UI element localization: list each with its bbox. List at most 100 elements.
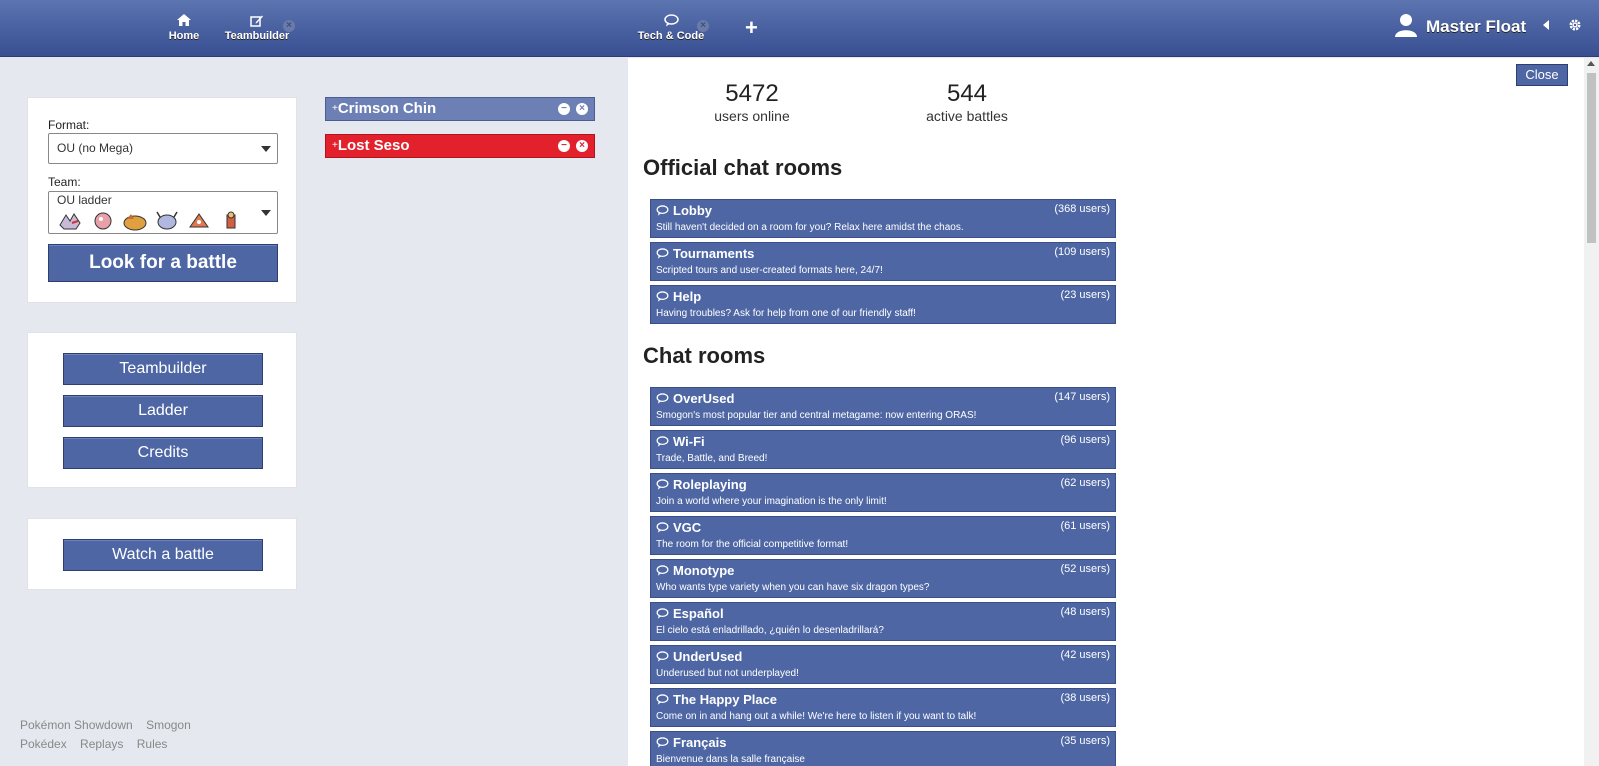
footer-links: Pokémon Showdown Smogon Pokédex Replays … — [20, 716, 201, 754]
room-button[interactable]: OverUsed (147 users) Smogon's most popular… — [650, 387, 1116, 426]
sound-icon[interactable] — [1540, 18, 1552, 36]
room-button[interactable]: Roleplaying (62 users) Join a world where … — [650, 473, 1116, 512]
room-button[interactable]: Help (23 users) Having troubles? Ask for h… — [650, 285, 1116, 324]
room-user-count: (38 users) — [1060, 692, 1110, 704]
user-name[interactable]: Master Float — [1426, 17, 1526, 37]
room-button[interactable]: Tournaments (109 users) Scripted tours and… — [650, 242, 1116, 281]
close-tab-tech-code-icon[interactable]: × — [697, 20, 709, 32]
chat-bubble-icon — [656, 436, 669, 447]
team-sprites — [58, 211, 244, 231]
room-description: El cielo está enladrillado, ¿quién lo de… — [656, 625, 884, 636]
chat-bubble-icon — [656, 291, 669, 302]
room-name: OverUsed — [656, 391, 734, 406]
team-label: Team: — [48, 175, 81, 189]
challenge-crimson-chin[interactable]: +Crimson Chin − × — [325, 97, 595, 121]
scroll-up-icon[interactable] — [1587, 61, 1595, 66]
teambuilder-button[interactable]: Teambuilder — [63, 353, 263, 385]
look-for-battle-button[interactable]: Look for a battle — [48, 244, 278, 282]
tab-teambuilder[interactable]: Teambuilder — [222, 14, 292, 42]
chat-bubble-icon — [656, 522, 669, 533]
watch-battle-button[interactable]: Watch a battle — [63, 539, 263, 571]
active-battles-stat: 544 active battles — [867, 80, 1067, 124]
users-online-stat: 5472 users online — [652, 80, 852, 124]
room-user-count: (42 users) — [1060, 649, 1110, 661]
close-icon[interactable]: × — [576, 140, 588, 152]
search-panel: Format: OU (no Mega) Team: OU ladder Loo… — [27, 97, 297, 303]
room-button[interactable]: Lobby (368 users) Still haven't decided on… — [650, 199, 1116, 238]
chat-bubble-icon — [656, 608, 669, 619]
room-description: Join a world where your imagination is t… — [656, 496, 887, 507]
footer-link-replays[interactable]: Replays — [80, 737, 123, 751]
room-button[interactable]: The Happy Place (38 users) Come on in and … — [650, 688, 1116, 727]
footer-link-showdown[interactable]: Pokémon Showdown — [20, 718, 133, 732]
scroll-thumb[interactable] — [1587, 73, 1596, 243]
room-name: Français — [656, 735, 726, 750]
close-icon[interactable]: × — [576, 103, 588, 115]
footer-link-smogon[interactable]: Smogon — [146, 718, 191, 732]
room-button[interactable]: UnderUsed (42 users) Underused but not und… — [650, 645, 1116, 684]
team-select[interactable]: OU ladder — [48, 191, 278, 234]
team-value: OU ladder — [57, 193, 112, 207]
tab-home-label: Home — [168, 30, 200, 42]
user-area: Master Float — [1394, 12, 1582, 42]
pencil-icon — [222, 14, 292, 30]
chat-bubble-icon — [656, 479, 669, 490]
tab-teambuilder-label: Teambuilder — [224, 30, 290, 42]
room-name: VGC — [656, 520, 701, 535]
close-button[interactable]: Close — [1516, 64, 1568, 86]
pokemon-sprite-icon — [123, 214, 147, 231]
tab-home[interactable]: Home — [160, 14, 208, 42]
room-name: The Happy Place — [656, 692, 777, 707]
room-user-count: (109 users) — [1054, 246, 1110, 258]
watch-panel: Watch a battle — [27, 518, 297, 590]
user-icon[interactable] — [1394, 13, 1418, 42]
new-tab-button[interactable]: + — [745, 15, 758, 41]
room-user-count: (147 users) — [1054, 391, 1110, 403]
room-description: Trade, Battle, and Breed! — [656, 453, 768, 464]
chevron-down-icon — [261, 209, 271, 216]
footer-link-pokedex[interactable]: Pokédex — [20, 737, 67, 751]
room-description: Underused but not underplayed! — [656, 668, 799, 679]
active-battles-count: 544 — [946, 80, 988, 107]
chevron-down-icon — [261, 145, 271, 152]
footer-link-rules[interactable]: Rules — [137, 737, 168, 751]
room-user-count: (23 users) — [1060, 289, 1110, 301]
scrollbar[interactable] — [1584, 58, 1599, 766]
chat-bubble-icon — [656, 737, 669, 748]
challenge-lost-seso[interactable]: +Lost Seso − × — [325, 134, 595, 158]
pokemon-sprite-icon — [59, 213, 81, 230]
room-button[interactable]: Wi-Fi (96 users) Trade, Battle, and Breed! — [650, 430, 1116, 469]
room-button[interactable]: VGC (61 users) The room for the official c… — [650, 516, 1116, 555]
active-battles-label: active battles — [926, 108, 1008, 124]
home-icon — [160, 14, 208, 30]
credits-button[interactable]: Credits — [63, 437, 263, 469]
format-select[interactable]: OU (no Mega) — [48, 133, 278, 164]
challenge-name: Crimson Chin — [337, 100, 437, 117]
chat-bubble-icon — [656, 248, 669, 259]
minimize-icon[interactable]: − — [558, 103, 570, 115]
format-value: OU (no Mega) — [57, 141, 134, 155]
room-description: Bienvenue dans la salle française — [656, 754, 805, 765]
room-user-count: (35 users) — [1060, 735, 1110, 747]
minimize-icon[interactable]: − — [558, 140, 570, 152]
room-name: UnderUsed — [656, 649, 742, 664]
challenge-name: Lost Seso — [337, 137, 410, 154]
room-button[interactable]: Español (48 users) El cielo está enladrill… — [650, 602, 1116, 641]
chat-bubble-icon — [656, 205, 669, 216]
room-name: Tournaments — [656, 246, 754, 261]
room-description: The room for the official competitive fo… — [656, 539, 849, 550]
room-description: Scripted tours and user-created formats … — [656, 265, 883, 276]
top-bar: Home Teambuilder × Tech & Code × + Maste… — [0, 0, 1599, 57]
official-rooms-heading: Official chat rooms — [643, 155, 843, 180]
room-button[interactable]: Français (35 users) Bienvenue dans la sall… — [650, 731, 1116, 766]
chat-bubble-icon — [656, 565, 669, 576]
chat-rooms-heading: Chat rooms — [643, 343, 766, 368]
ladder-button[interactable]: Ladder — [63, 395, 263, 427]
chat-bubble-icon — [656, 393, 669, 404]
gear-icon[interactable] — [1568, 18, 1582, 37]
tab-tech-code-label: Tech & Code — [637, 30, 705, 42]
room-button[interactable]: Monotype (52 users) Who wants type variety… — [650, 559, 1116, 598]
room-user-count: (96 users) — [1060, 434, 1110, 446]
pokemon-sprite-icon — [226, 211, 236, 229]
close-tab-teambuilder-icon[interactable]: × — [283, 20, 295, 32]
